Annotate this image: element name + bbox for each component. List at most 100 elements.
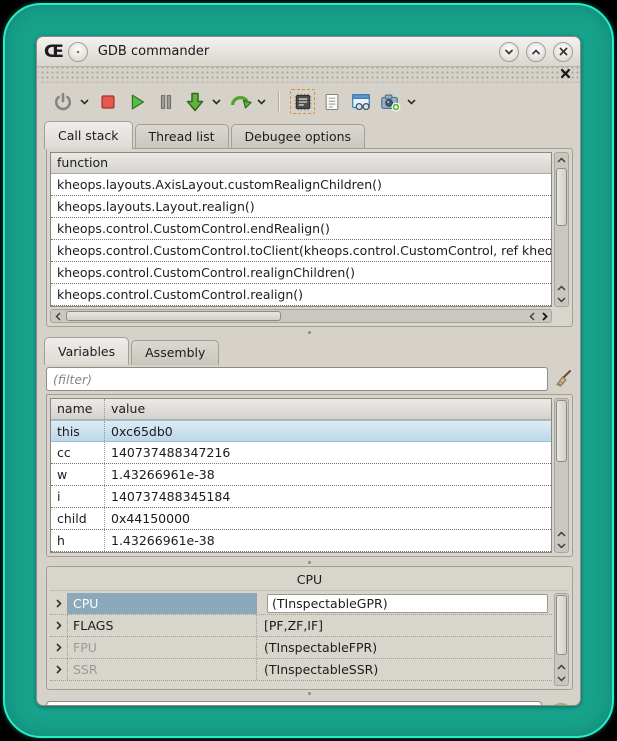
watch-window-icon (350, 91, 372, 113)
chevron-down-icon (407, 99, 416, 105)
chevron-down-icon (503, 46, 515, 58)
close-button[interactable] (553, 42, 573, 62)
callstack-horizontal-scrollbar[interactable] (50, 309, 552, 323)
expander-icon[interactable] (50, 643, 67, 652)
column-header-name[interactable]: name (51, 399, 105, 419)
window-title: GDB commander (98, 44, 493, 59)
step-into-icon (183, 90, 207, 114)
stop-button[interactable] (94, 88, 121, 115)
cpu-inspector-grid: CPU (TInspectableGPR) FLAGS [PF,ZF,IF] F… (50, 593, 552, 686)
power-dropdown[interactable] (78, 99, 90, 105)
scroll-down-icon[interactable] (555, 539, 568, 552)
variables-vertical-scrollbar[interactable] (554, 398, 569, 553)
gdb-commander-window: Œ GDB commander (36, 36, 581, 706)
power-icon (52, 91, 74, 113)
cpu-row[interactable]: SSR (TInspectableSSR) (50, 659, 552, 681)
scroll-left-icon[interactable] (525, 310, 538, 323)
column-header-value[interactable]: value (105, 399, 551, 419)
messages-button[interactable] (318, 88, 345, 115)
run-button[interactable] (123, 88, 150, 115)
horizontal-splitter[interactable] (37, 557, 580, 566)
watch-window-button[interactable] (347, 88, 374, 115)
tab-thread-list[interactable]: Thread list (135, 124, 229, 149)
cpu-view-button[interactable] (289, 88, 316, 115)
expander-icon[interactable] (50, 599, 67, 608)
callstack-row[interactable]: kheops.control.CustomControl.endRealign(… (51, 218, 551, 240)
close-icon (558, 46, 569, 57)
scroll-left-icon[interactable] (51, 310, 64, 323)
scrollbar-thumb[interactable] (556, 168, 567, 226)
scroll-corner (554, 309, 569, 323)
maximize-button[interactable] (526, 42, 546, 62)
tab-assembly[interactable]: Assembly (131, 340, 219, 365)
pause-icon (155, 91, 177, 113)
callstack-row[interactable]: kheops.control.CustomControl.toClient(kh… (51, 240, 551, 262)
chevron-down-icon (212, 99, 221, 105)
cpu-row[interactable]: FPU (TInspectableFPR) (50, 637, 552, 659)
callstack-row[interactable]: kheops.control.CustomControl.realign() (51, 284, 551, 306)
variable-row[interactable]: h 1.43266961e-38 (51, 530, 551, 552)
expander-icon[interactable] (50, 621, 67, 630)
callstack-row[interactable]: kheops.layouts.Layout.realign() (51, 196, 551, 218)
scroll-down-icon[interactable] (555, 672, 568, 685)
callstack-row[interactable]: kheops.layouts.AxisLayout.customRealignC… (51, 174, 551, 196)
pin-button[interactable] (68, 42, 88, 62)
cpu-group-title: CPU (50, 570, 569, 591)
step-over-button[interactable] (226, 88, 253, 115)
tab-variables[interactable]: Variables (44, 337, 129, 365)
callstack-vertical-scrollbar[interactable] (554, 152, 569, 307)
scrollbar-thumb[interactable] (556, 400, 567, 462)
variable-row[interactable]: child 0x44150000 (51, 508, 551, 530)
variable-row[interactable]: w 1.43266961e-38 (51, 464, 551, 486)
step-into-dropdown[interactable] (210, 99, 222, 105)
stack-tabbar: Call stack Thread list Debugee options (37, 120, 580, 148)
scrollbar-thumb[interactable] (66, 311, 281, 321)
snapshot-dropdown[interactable] (405, 99, 417, 105)
variables-tabbar: Variables Assembly (37, 336, 580, 364)
tab-call-stack[interactable]: Call stack (44, 121, 133, 149)
run-icon (126, 91, 148, 113)
callstack-row[interactable]: kheops.control.CustomControl.realignChil… (51, 262, 551, 284)
step-over-dropdown[interactable] (255, 99, 267, 105)
cpu-vertical-scrollbar[interactable] (554, 593, 569, 686)
cpu-value-editor[interactable]: (TInspectableGPR) (267, 594, 548, 613)
expander-icon[interactable] (50, 665, 67, 674)
chevron-up-icon (530, 46, 542, 58)
toolbar-separator (278, 91, 280, 113)
gdb-command-combobox[interactable] (46, 701, 542, 706)
scroll-right-icon[interactable] (538, 310, 551, 323)
call-stack-panel: function kheops.layouts.AxisLayout.custo… (46, 148, 573, 327)
cpu-row[interactable]: FLAGS [PF,ZF,IF] (50, 615, 552, 637)
titlebar[interactable]: Œ GDB commander (37, 37, 580, 67)
variable-row[interactable]: i 140737488345184 (51, 486, 551, 508)
debug-toolbar (37, 83, 580, 120)
broom-icon (553, 369, 573, 389)
tab-debugee-options[interactable]: Debugee options (231, 124, 366, 149)
variable-row[interactable]: cc 140737488347216 (51, 442, 551, 464)
dock-drag-strip[interactable] (38, 67, 579, 83)
variable-row-selected[interactable]: this 0xc65db0 (51, 420, 551, 442)
power-button[interactable] (49, 88, 76, 115)
horizontal-splitter[interactable] (37, 327, 580, 336)
cpu-row-selected[interactable]: CPU (TInspectableGPR) (50, 593, 552, 615)
step-into-button[interactable] (181, 88, 208, 115)
cpu-panel: CPU CPU (TInspectableGPR) FLAGS [PF,ZF,I… (46, 566, 573, 690)
callstack-column-header[interactable]: function (51, 153, 551, 174)
app-logo-icon: Œ (44, 42, 62, 62)
scrollbar-thumb[interactable] (556, 595, 567, 655)
send-command-button[interactable] (550, 703, 572, 706)
snapshot-button[interactable] (376, 88, 403, 115)
chevron-down-icon (257, 99, 266, 105)
dot-icon (76, 50, 80, 54)
scroll-down-icon[interactable] (555, 293, 568, 306)
spacer (37, 690, 580, 696)
step-over-icon (228, 90, 252, 114)
doc-list-icon (322, 92, 342, 112)
pause-button[interactable] (152, 88, 179, 115)
clear-filter-button[interactable] (553, 369, 573, 389)
scroll-up-icon[interactable] (555, 153, 568, 166)
stop-icon (97, 91, 119, 113)
dock-close-button[interactable] (560, 68, 571, 79)
filter-input[interactable] (46, 367, 548, 391)
minimize-button[interactable] (499, 42, 519, 62)
